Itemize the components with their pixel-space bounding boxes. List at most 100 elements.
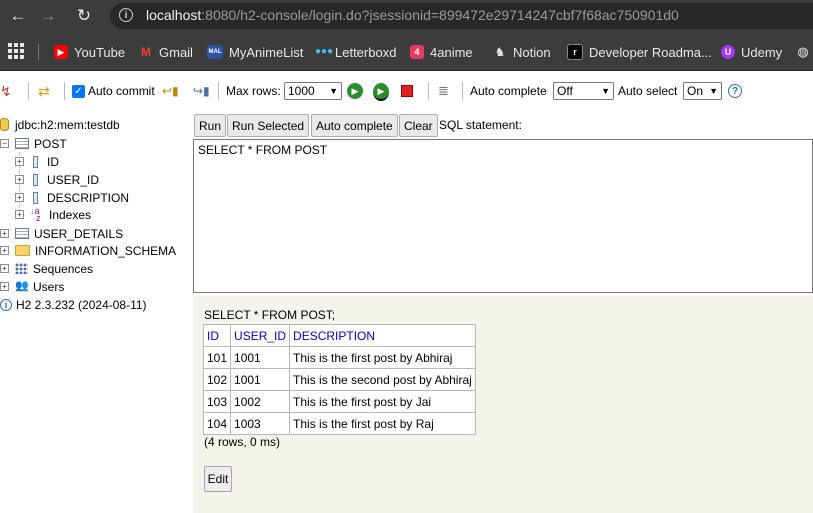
table-cell: This is the first post by Raj	[289, 412, 476, 435]
expand-icon[interactable]: +	[0, 229, 9, 238]
collapse-icon[interactable]: −	[0, 139, 9, 148]
table-cell: 1001	[230, 346, 291, 369]
bookmark-label: 4anime	[430, 44, 473, 60]
tree-information-schema-label: INFORMATION_SCHEMA	[35, 243, 177, 258]
tree-connection[interactable]: jdbc:h2:mem:testdb	[0, 116, 120, 133]
bookmark-myanimelist[interactable]: MAL MyAnimeList	[207, 43, 303, 61]
tree-sequences[interactable]: + Sequences	[0, 260, 93, 277]
tree-column-description[interactable]: + DESCRIPTION	[15, 189, 129, 206]
edit-button[interactable]: Edit	[204, 466, 232, 492]
tree-column-label: ID	[47, 154, 59, 169]
expand-icon[interactable]: +	[15, 193, 24, 202]
tree-column-id[interactable]: + ID	[15, 153, 59, 170]
bookmark-label: Udemy	[741, 44, 783, 60]
tree-connection-label: jdbc:h2:mem:testdb	[15, 117, 120, 132]
column-header[interactable]: ID	[202, 324, 232, 347]
tree-users[interactable]: + 👥 Users	[0, 278, 64, 295]
bookmark-developer-roadmaps[interactable]: r Developer Roadma...	[567, 43, 712, 61]
chevron-down-icon: ▼	[709, 86, 718, 96]
bookmark-label: YouTube	[74, 44, 126, 60]
bookmark-youtube[interactable]: ▶ YouTube	[54, 43, 125, 61]
run-selected-icon[interactable]: ▶	[373, 83, 389, 101]
table-cell: This is the second post by Abhiraj	[289, 368, 476, 391]
expand-icon[interactable]: +	[0, 282, 9, 291]
tree-table-user-details[interactable]: + USER_DETAILS	[0, 225, 123, 242]
tree-information-schema[interactable]: + INFORMATION_SCHEMA	[0, 242, 176, 259]
expand-icon[interactable]: +	[0, 264, 9, 273]
help-icon[interactable]: ?	[728, 84, 742, 98]
toolbar-separator	[218, 82, 219, 100]
bookmark-gmail[interactable]: M Gmail	[139, 43, 193, 61]
table-cell: 104	[202, 412, 232, 435]
commit-icon[interactable]: ↪▮	[193, 81, 210, 101]
result-summary: (4 rows, 0 ms)	[204, 435, 281, 449]
url-text[interactable]: localhost:8080/h2-console/login.do?jsess…	[146, 7, 679, 23]
auto-select-select[interactable]: On ▼	[683, 82, 722, 100]
url-host: localhost	[146, 7, 202, 23]
clear-button[interactable]: Clear	[399, 114, 438, 137]
url-path: :8080/h2-console/login.do?jsessionid=899…	[201, 7, 679, 23]
tree-column-user-id[interactable]: + USER_ID	[15, 171, 99, 188]
forward-arrow-icon[interactable]: →	[38, 6, 58, 26]
bookmark-label: Letterboxd	[335, 44, 397, 60]
sequences-icon	[15, 263, 28, 274]
table-cell: 1002	[230, 390, 291, 413]
auto-commit-toggle[interactable]: ✓ Auto commit	[72, 81, 155, 101]
database-icon	[0, 118, 9, 131]
column-header[interactable]: USER_ID	[230, 324, 291, 347]
auto-complete-select[interactable]: Off ▼	[553, 82, 614, 100]
table-cell: This is the first post by Abhiraj	[289, 346, 476, 369]
reload-icon[interactable]: ↻	[74, 6, 94, 26]
apps-grid-icon[interactable]	[8, 43, 24, 59]
roadmap-icon: r	[567, 44, 583, 60]
index-sort-icon: ↓a z	[30, 205, 41, 223]
history-icon[interactable]: ≣	[438, 81, 454, 101]
run-selected-button[interactable]: Run Selected	[227, 114, 310, 137]
toolbar-separator	[462, 82, 463, 100]
auto-complete-button[interactable]: Auto complete	[311, 114, 398, 137]
expand-icon[interactable]: +	[15, 157, 24, 166]
expand-icon[interactable]: +	[0, 246, 9, 255]
auto-complete-value: Off	[557, 84, 573, 98]
4anime-icon: 4	[410, 45, 424, 59]
udemy-icon: U	[721, 45, 735, 59]
bookmark-letterboxd[interactable]: ●●● Letterboxd	[315, 43, 396, 61]
column-icon	[33, 155, 38, 168]
bookmark-udemy[interactable]: U Udemy	[721, 43, 782, 61]
column-header[interactable]: DESCRIPTION	[289, 324, 476, 347]
letterboxd-icon: ●●●	[315, 46, 334, 57]
tree-table-post[interactable]: − POST	[0, 135, 67, 152]
max-rows-select[interactable]: 1000 ▼	[284, 82, 342, 100]
run-button[interactable]: Run	[194, 114, 227, 137]
site-info-icon[interactable]: i	[119, 8, 133, 22]
tree-table-post-label: POST	[34, 136, 67, 151]
bookmark-label: Developer Roadma...	[589, 44, 712, 60]
sql-editor[interactable]: SELECT * FROM POST	[193, 139, 813, 293]
column-icon	[33, 173, 38, 186]
max-rows-value: 1000	[288, 84, 315, 98]
disconnect-icon[interactable]: ⇄	[38, 81, 54, 101]
table-cell: 103	[202, 390, 232, 413]
run-icon[interactable]: ▶	[347, 83, 363, 99]
bookmark-4anime[interactable]: 4 4anime	[410, 43, 473, 61]
table-icon	[15, 138, 29, 149]
tree-indexes[interactable]: + ↓a z Indexes	[15, 206, 91, 223]
table-cell: This is the first post by Jai	[289, 390, 476, 413]
bookmark-notion[interactable]: ♞ Notion	[493, 43, 551, 61]
expand-icon[interactable]: +	[15, 175, 24, 184]
expand-icon[interactable]: +	[15, 210, 24, 219]
tree-version-label: H2 2.3.232 (2024-08-11)	[16, 297, 147, 312]
tree-users-label: Users	[33, 279, 65, 294]
auto-commit-checkbox[interactable]: ✓	[72, 84, 85, 98]
auto-commit-label: Auto commit	[88, 84, 155, 98]
refresh-tree-icon[interactable]: ↯	[0, 81, 16, 101]
bookmark-label: Gmail	[159, 44, 193, 60]
stop-icon[interactable]	[401, 85, 413, 97]
youtube-icon: ▶	[54, 45, 68, 59]
info-icon: i	[0, 298, 12, 311]
back-arrow-icon[interactable]: ←	[8, 6, 28, 26]
toolbar-separator	[64, 82, 65, 100]
table-cell: 102	[202, 368, 232, 391]
rollback-icon[interactable]: ↩▮	[162, 81, 180, 101]
bookmark-globe[interactable]: ◍	[796, 43, 813, 61]
